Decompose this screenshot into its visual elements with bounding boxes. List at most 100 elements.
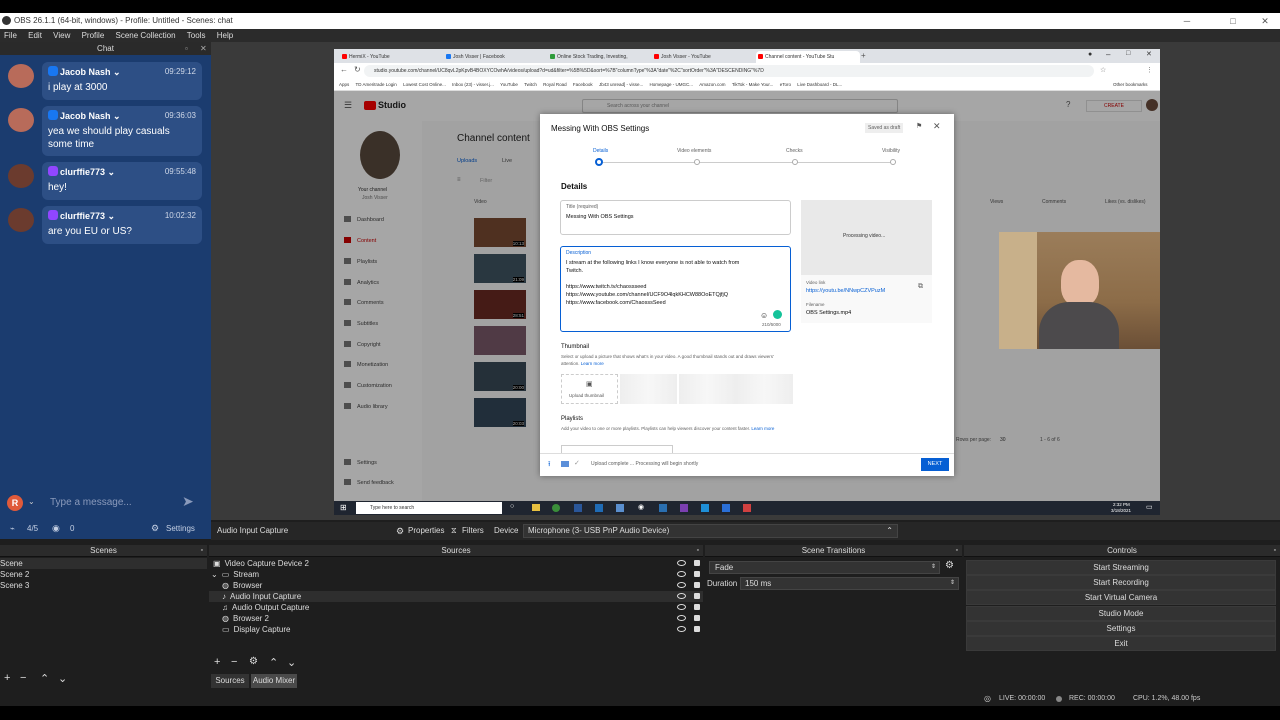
gear-icon[interactable]: ⚙	[151, 523, 159, 534]
gear-icon[interactable]: ⚙	[945, 560, 954, 571]
spinner-icon[interactable]: ⇕	[950, 578, 955, 589]
windows-start-icon[interactable]: ⊞	[340, 503, 347, 512]
list-item-source-selected[interactable]: ♪ Audio Input Capture	[209, 591, 703, 602]
dock-close-icon[interactable]: ✕	[200, 42, 207, 55]
word-icon[interactable]	[574, 504, 582, 512]
bookmark[interactable]: Twitch	[524, 82, 537, 87]
app-icon[interactable]	[701, 504, 709, 512]
obs-taskbar-icon[interactable]: ◉	[638, 503, 644, 511]
minimize-icon[interactable]: –	[1106, 50, 1110, 59]
menu-tools[interactable]: Tools	[187, 31, 206, 40]
list-item-scene[interactable]: Scene	[0, 558, 207, 569]
list-item-source[interactable]: ▭ Display Capture	[222, 624, 699, 635]
lock-icon[interactable]	[694, 560, 700, 566]
menu-file[interactable]: File	[4, 31, 17, 40]
list-item-scene[interactable]: Scene 2	[0, 569, 29, 580]
step-details[interactable]: Details	[593, 148, 608, 154]
grammarly-icon[interactable]	[773, 310, 782, 319]
filters-button[interactable]: Filters	[462, 522, 484, 540]
visibility-eye-icon[interactable]	[677, 571, 686, 577]
auto-thumbnail[interactable]	[679, 374, 736, 404]
dock-float-icon[interactable]: ▫	[1274, 545, 1276, 557]
visibility-eye-icon[interactable]	[677, 560, 686, 566]
visibility-eye-icon[interactable]	[677, 615, 686, 621]
remove-icon[interactable]: −	[20, 672, 26, 684]
video-link[interactable]: https://youtu.be/NNwpCZVPuzM	[806, 288, 885, 294]
chrome-icon[interactable]	[552, 504, 560, 512]
browser-tab[interactable]: Josh Visser | Facebook	[444, 51, 546, 63]
menu-view[interactable]: View	[53, 31, 70, 40]
lock-icon[interactable]	[694, 582, 700, 588]
auto-thumbnail[interactable]	[620, 374, 677, 404]
lock-icon[interactable]	[694, 571, 700, 577]
bookmark[interactable]: Lowest Cost Online...	[403, 82, 446, 87]
start-streaming-button[interactable]: Start Streaming	[966, 560, 1276, 575]
browser-menu-icon[interactable]: ●	[1088, 51, 1092, 58]
notification-icon[interactable]: ▭	[1146, 503, 1153, 511]
menu-edit[interactable]: Edit	[28, 31, 42, 40]
bookmark[interactable]: Live Dashboard - DL...	[797, 82, 842, 87]
send-icon[interactable]: ➤	[182, 493, 194, 510]
list-item-source[interactable]: ♫ Audio Output Capture	[222, 602, 699, 613]
browser-tab[interactable]: Online Stock Trading, Investing,	[548, 51, 650, 63]
app-icon[interactable]	[743, 504, 751, 512]
bookmark[interactable]: YouTube	[500, 82, 518, 87]
visibility-eye-icon[interactable]	[677, 582, 686, 588]
bookmark[interactable]: Facebook	[573, 82, 593, 87]
auto-thumbnail[interactable]	[736, 374, 793, 404]
bookmark[interactable]: TD Ameritrade Login	[356, 82, 397, 87]
outlook-icon[interactable]	[595, 504, 603, 512]
move-down-icon[interactable]: ⌄	[58, 672, 67, 685]
studio-mode-button[interactable]: Studio Mode	[966, 606, 1276, 621]
learn-more-link[interactable]: Learn more	[581, 361, 604, 366]
bookmark[interactable]: Jb43 unread] - visse...	[599, 82, 643, 87]
new-tab-icon[interactable]: +	[861, 51, 866, 60]
start-virtual-camera-button[interactable]: Start Virtual Camera	[966, 590, 1276, 605]
description-field[interactable]: Description I stream at the following li…	[560, 246, 791, 332]
exit-button[interactable]: Exit	[966, 636, 1276, 651]
tab-sources[interactable]: Sources	[211, 674, 249, 688]
copy-icon[interactable]: ⧉	[918, 283, 923, 291]
kebab-menu-icon[interactable]: ⋮	[1146, 66, 1153, 74]
device-select[interactable]: Microphone (3- USB PnP Audio Device) ⌃	[523, 524, 898, 538]
taskbar-search[interactable]: Type here to search	[356, 502, 502, 514]
star-icon[interactable]: ☆	[1100, 66, 1106, 74]
move-up-icon[interactable]: ⌃	[40, 672, 49, 685]
menu-help[interactable]: Help	[217, 31, 233, 40]
close-icon[interactable]: ✕	[933, 121, 941, 132]
dock-float-icon[interactable]: ▫	[201, 545, 203, 557]
steam-icon[interactable]	[659, 504, 667, 512]
move-up-icon[interactable]: ⌃	[269, 656, 278, 669]
restream-avatar-icon[interactable]: R	[7, 495, 23, 511]
visibility-eye-icon[interactable]	[677, 626, 686, 632]
gear-icon[interactable]: ⚙	[396, 522, 404, 540]
gear-icon[interactable]: ⚙	[249, 656, 258, 667]
remove-icon[interactable]: −	[231, 656, 237, 668]
transition-select[interactable]: Fade ⇕	[709, 561, 940, 574]
chevron-down-icon[interactable]: ⌄	[28, 497, 35, 506]
feedback-icon[interactable]: ⚑	[916, 122, 922, 130]
list-item-source[interactable]: ⌄ ▭ Stream	[211, 569, 699, 580]
step-checks[interactable]: Checks	[786, 148, 803, 154]
list-item-source[interactable]: ◍ Browser 2	[222, 613, 699, 624]
webcam-source[interactable]	[999, 232, 1160, 349]
maximize-icon[interactable]: □	[1226, 13, 1240, 29]
dock-float-icon[interactable]: ▫	[185, 42, 188, 55]
step-visibility[interactable]: Visibility	[882, 148, 900, 154]
close-icon[interactable]: ✕	[1146, 50, 1152, 58]
app-icon[interactable]	[616, 504, 624, 512]
bookmark[interactable]: Amazon.com	[699, 82, 725, 87]
properties-button[interactable]: Properties	[408, 522, 444, 540]
menu-scene-collection[interactable]: Scene Collection	[116, 31, 176, 40]
list-item-source[interactable]: ▣ Video Capture Device 2	[213, 558, 699, 569]
dock-float-icon[interactable]: ▫	[956, 545, 958, 557]
add-icon[interactable]: +	[4, 672, 10, 684]
bookmark[interactable]: Inbox (23) - visser.j...	[452, 82, 494, 87]
lock-icon[interactable]	[694, 593, 700, 599]
dock-float-icon[interactable]: ▫	[697, 545, 699, 557]
visibility-eye-icon[interactable]	[677, 593, 686, 599]
url-field[interactable]: studio.youtube.com/channel/UC8qvL2pKpvB4…	[364, 65, 1094, 77]
chat-message-input[interactable]: Type a message...	[50, 497, 132, 508]
back-icon[interactable]: ←	[340, 65, 348, 74]
tab-audio-mixer[interactable]: Audio Mixer	[251, 674, 297, 688]
